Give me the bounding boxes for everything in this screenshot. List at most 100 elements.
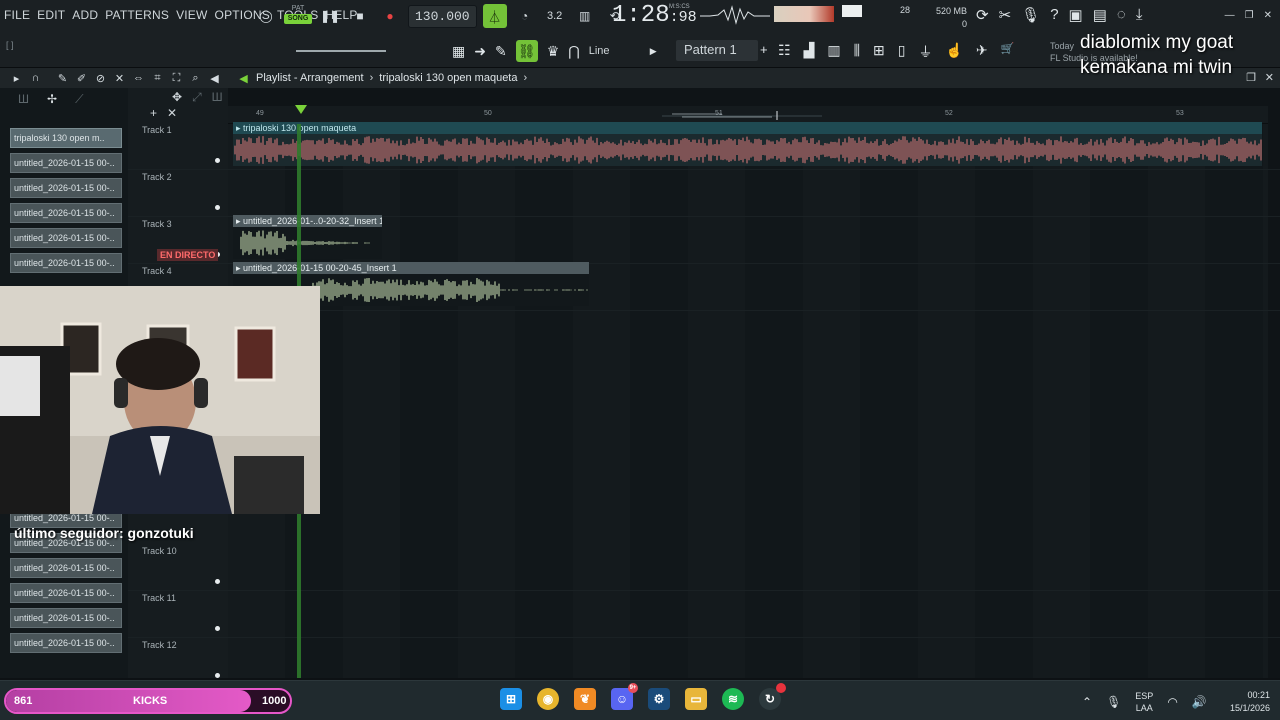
arrangement-grid[interactable] — [228, 124, 1268, 678]
file-explorer-icon[interactable]: ▭ — [685, 688, 707, 710]
pat-song-toggle[interactable]: PAT SONG — [284, 4, 312, 28]
delete-icon[interactable]: ⊘ — [94, 72, 107, 85]
windows-start-icon[interactable]: ⊞ — [500, 688, 522, 710]
picker-item[interactable]: untitled_2026-01-15 00-.. — [10, 253, 122, 273]
record-button[interactable]: ● — [378, 4, 402, 28]
stretch-icon[interactable]: ⤢ — [192, 90, 202, 105]
fl-studio-icon[interactable]: ❦ — [574, 688, 596, 710]
track-mute-dot[interactable] — [215, 579, 220, 584]
picker-item-selected[interactable]: tripaloski 130 open m.. — [10, 128, 122, 148]
touch-icon[interactable]: ☝ — [945, 42, 962, 62]
microphone-icon[interactable]: 🎙 — [1021, 6, 1040, 24]
mute-tool-icon[interactable]: ✕ — [113, 72, 126, 85]
browser-icon[interactable]: ⊞ — [873, 42, 885, 62]
master-volume-knob-icon[interactable]: ◯ — [254, 4, 278, 28]
track-mute-dot[interactable] — [215, 673, 220, 678]
menu-file[interactable]: FILE — [4, 8, 30, 22]
select-icon[interactable]: ⛶ — [170, 72, 183, 85]
link-icon[interactable]: ⛓ — [515, 40, 538, 62]
chevron-up-icon[interactable]: ⌃ — [1082, 695, 1092, 709]
remove-track-icon[interactable]: ✕ — [167, 106, 177, 120]
picker-item[interactable]: untitled_2026-01-15 00-.. — [10, 583, 122, 603]
draw-icon[interactable]: ✎ — [56, 72, 69, 85]
audio-clip[interactable]: ▸ untitled_2026-01-..0-20-32_Insert 1 — [233, 215, 382, 259]
wait-input-icon[interactable]: ◔ — [513, 4, 537, 28]
add-pattern-icon[interactable]: + — [760, 42, 768, 57]
slip-icon[interactable]: ⇔ — [132, 72, 145, 84]
snap-select[interactable]: Line — [589, 45, 641, 57]
playlist-window-icon[interactable]: ☷ — [778, 42, 791, 62]
track-name[interactable]: Track 2 — [142, 172, 172, 182]
arrow-icon[interactable]: ➜ — [474, 43, 486, 60]
track-name[interactable]: Track 10 — [142, 546, 177, 556]
add-track-icon[interactable]: + — [150, 106, 157, 120]
tempo-tap-icon[interactable]: ✈ — [976, 42, 988, 62]
mixer-icon[interactable]: ⫼ — [854, 42, 860, 62]
track-name[interactable]: Track 3 — [142, 219, 172, 229]
menu-add[interactable]: ADD — [72, 8, 98, 22]
plugin-database-icon[interactable]: ▯ — [898, 42, 906, 62]
picker-audio-icon[interactable]: ✢ — [47, 92, 57, 108]
picker-item[interactable]: untitled_2026-01-15 00-.. — [10, 608, 122, 628]
spotify-icon[interactable]: ≋ — [722, 688, 744, 710]
pause-button[interactable]: ❚❚ — [318, 4, 342, 28]
close-icon[interactable]: ✕ — [1264, 10, 1272, 21]
play-triangle-icon[interactable]: ▶ — [650, 46, 657, 57]
help-icon[interactable]: ? — [1050, 6, 1058, 24]
stop-button[interactable]: ■ — [348, 4, 372, 28]
picker-item[interactable]: untitled_2026-01-15 00-.. — [10, 203, 122, 223]
playlist-play-icon[interactable]: ◀ — [237, 72, 250, 85]
breadcrumb-arrow-icon[interactable]: › — [524, 72, 528, 84]
playlist-menu-arrow-icon[interactable]: ▸ — [10, 72, 23, 85]
song-position-marker[interactable] — [295, 105, 307, 114]
discord-icon[interactable]: ☺ 9+ — [611, 683, 638, 710]
track-mute-dot[interactable] — [215, 205, 220, 210]
steam-icon[interactable]: ⚙ — [648, 688, 670, 710]
plug-icon[interactable]: ⏚ — [918, 42, 932, 62]
restore-icon[interactable]: ❐ — [1245, 10, 1254, 21]
chat-icon[interactable]: ◌ — [1117, 6, 1126, 24]
track-mute-dot[interactable] — [215, 626, 220, 631]
playback-icon[interactable]: ◀ — [208, 72, 221, 85]
picker-automation-icon[interactable]: ⟋ — [75, 92, 83, 108]
picker-item[interactable]: untitled_2026-01-15 00-.. — [10, 558, 122, 578]
microphone-tray-icon[interactable]: 🎙 — [1106, 695, 1121, 709]
picker-item[interactable]: untitled_2026-01-15 00-.. — [10, 178, 122, 198]
magnet-icon[interactable]: ⋂ — [568, 43, 579, 60]
magnet-snap-icon[interactable]: ∩ — [29, 72, 42, 84]
step-edit-icon[interactable]: ▥ — [573, 4, 597, 28]
chrome-icon[interactable]: ◉ — [537, 688, 559, 710]
refresh-icon[interactable]: ⟳ — [976, 6, 989, 24]
piano-icon[interactable]: Ш — [212, 90, 223, 105]
track-name[interactable]: Track 11 — [142, 593, 176, 603]
paint-icon[interactable]: ✐ — [75, 72, 88, 85]
arrangement-select[interactable]: tripaloski 130 open maqueta — [379, 72, 517, 84]
track-name[interactable]: Track 4 — [142, 266, 172, 276]
menu-patterns[interactable]: PATTERNS — [105, 8, 169, 22]
other-app-icon[interactable]: ↻ — [759, 683, 786, 710]
pen-tool-icon[interactable]: ✎ — [495, 43, 507, 60]
download-icon[interactable]: ⤓ — [1136, 6, 1143, 24]
wifi-icon[interactable]: ◠ — [1167, 695, 1177, 709]
stamp-icon[interactable]: ♛ — [547, 43, 560, 60]
picker-item[interactable]: untitled_2026-01-15 00-.. — [10, 228, 122, 248]
render-icon[interactable]: ▤ — [1093, 6, 1107, 24]
zoom-icon[interactable]: ⌕ — [189, 72, 202, 85]
master-pitch-slider[interactable] — [296, 50, 386, 52]
minimize-icon[interactable]: — — [1225, 10, 1235, 21]
cut-icon[interactable]: ✂ — [999, 6, 1012, 24]
clock-tray[interactable]: 00:21 15/1/2026 — [1212, 689, 1270, 715]
tempo-display[interactable]: 130.000 — [408, 4, 477, 28]
metronome-icon[interactable]: ⏃ — [482, 4, 507, 28]
cart-icon[interactable]: 🛒 — [1001, 42, 1015, 62]
picker-item[interactable]: untitled_2026-01-15 00-.. — [10, 153, 122, 173]
input-language[interactable]: ESP LAA — [1135, 690, 1153, 714]
arrows-icon[interactable]: ✥ — [172, 90, 182, 105]
track-mute-dot[interactable] — [215, 158, 220, 163]
menu-edit[interactable]: EDIT — [37, 8, 65, 22]
track-name[interactable]: Track 1 — [142, 125, 172, 135]
picker-item[interactable]: untitled_2026-01-15 00-.. — [10, 633, 122, 653]
save-icon[interactable]: ▣ — [1069, 6, 1083, 24]
overview-scrollbar[interactable] — [662, 110, 822, 120]
volume-icon[interactable]: 🔊 — [1192, 695, 1207, 709]
